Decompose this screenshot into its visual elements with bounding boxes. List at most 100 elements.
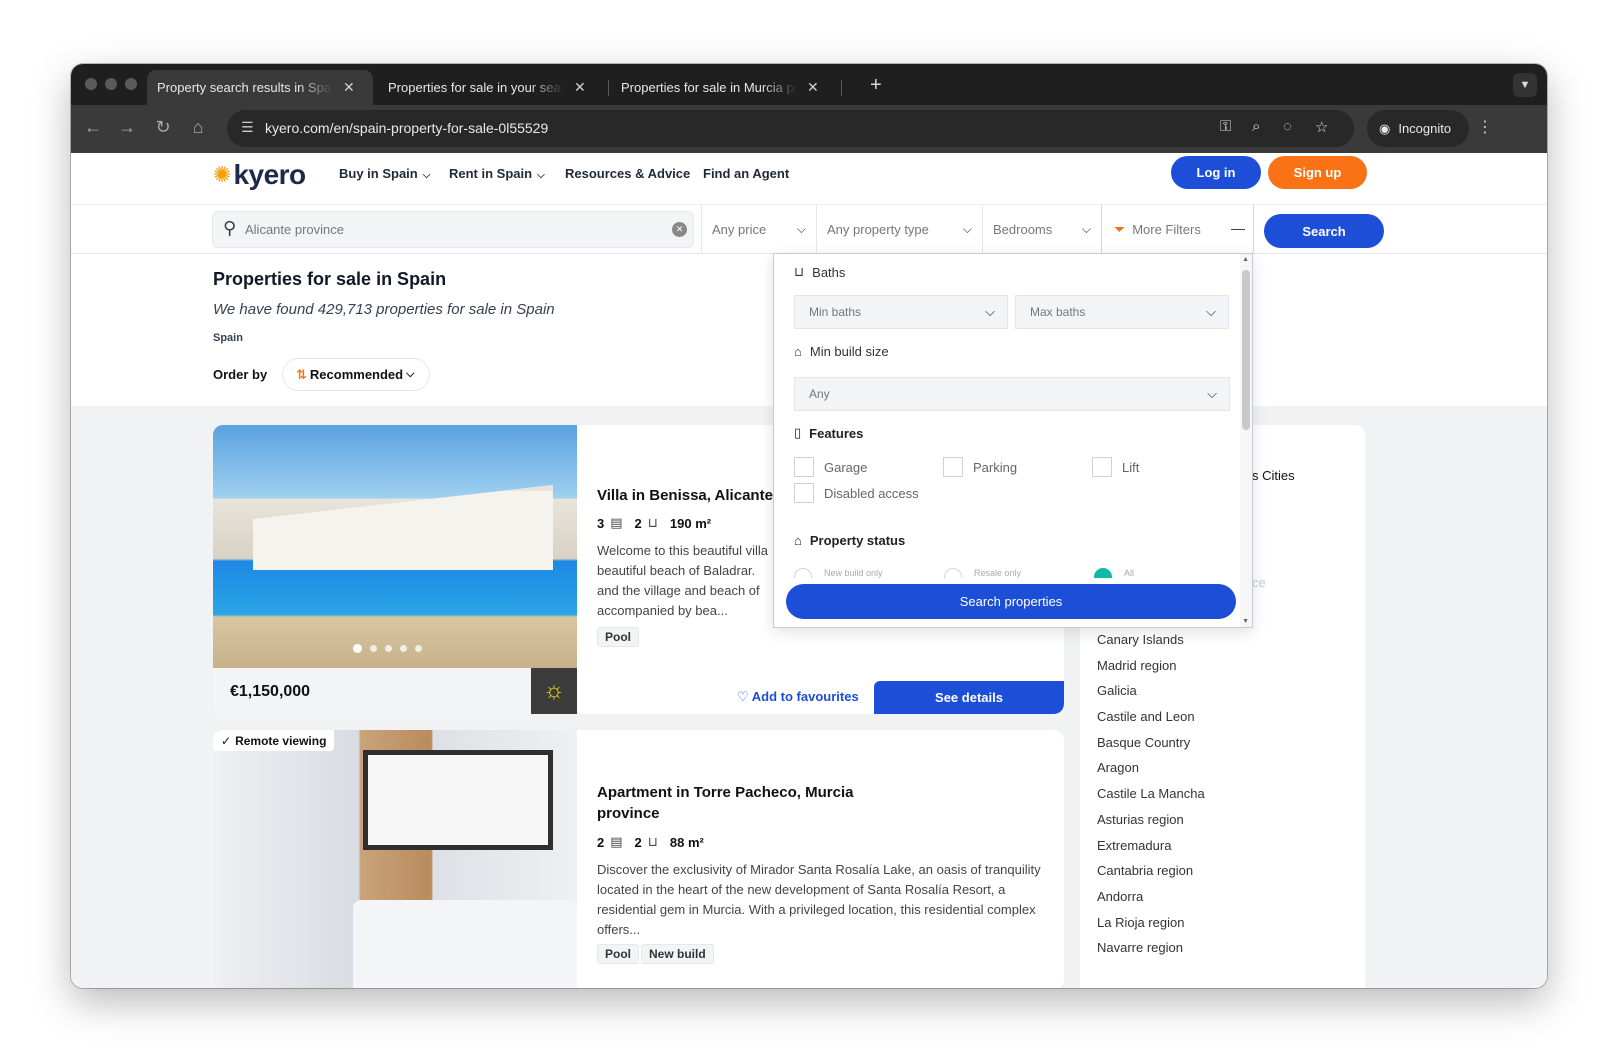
more-filters-toggle[interactable]: ⏷ More Filters — xyxy=(1101,205,1254,254)
minimize-window-dot[interactable] xyxy=(105,78,117,90)
price-bar: €1,150,000 xyxy=(213,668,577,714)
listing-description: Welcome to this beautiful villa beautifu… xyxy=(597,543,769,618)
browser-tab-2[interactable]: Properties for sale in your search ✕ xyxy=(378,70,917,349)
search-icon: ⚲ xyxy=(223,218,237,238)
incognito-indicator[interactable]: ◉ Incognito xyxy=(1367,110,1469,147)
bed-icon: ▤ xyxy=(610,515,623,530)
close-window-dot[interactable] xyxy=(85,78,97,90)
all-radio[interactable] xyxy=(1094,568,1112,578)
see-details-button[interactable]: See details xyxy=(874,681,1064,714)
forward-arrow-icon[interactable]: → xyxy=(115,117,139,138)
region-link[interactable]: Castile and Leon xyxy=(1097,704,1205,730)
zoom-icon[interactable]: ⌕ xyxy=(1252,118,1260,135)
nav-buy-in-spain[interactable]: Buy in Spain ⌵ xyxy=(339,166,430,181)
browser-tab-3[interactable]: Properties for sale in Murcia province ✕ xyxy=(611,70,1150,349)
close-tab-icon[interactable]: ✕ xyxy=(574,79,586,96)
region-link[interactable]: La Rioja region xyxy=(1097,910,1205,936)
listing-card[interactable]: ✓ Remote viewing Apartment in Torre Pache… xyxy=(213,730,1064,988)
region-link[interactable]: Navarre region xyxy=(1097,935,1205,961)
door-icon: ▯ xyxy=(794,425,802,440)
bookmark-star-icon[interactable]: ☆ xyxy=(1315,118,1328,136)
garage-checkbox[interactable]: Garage xyxy=(794,457,867,477)
region-link[interactable]: Andorra xyxy=(1097,884,1205,910)
close-tab-icon[interactable]: ✕ xyxy=(343,79,355,96)
eye-off-icon[interactable]: ◌ xyxy=(1283,118,1292,135)
nav-resources-advice[interactable]: Resources & Advice xyxy=(565,166,690,181)
region-link[interactable]: Extremadura xyxy=(1097,833,1205,859)
max-baths-select[interactable]: Max baths ⌵ xyxy=(1015,295,1229,329)
order-by-dropdown[interactable]: ⇅ Recommended ⌵ xyxy=(282,358,430,391)
listing-title[interactable]: Apartment in Torre Pacheco, Murcia provi… xyxy=(597,782,897,824)
browser-tab-1[interactable]: Property search results in Spain ✕ xyxy=(147,70,686,349)
listing-specs: 3 ▤ 2 ⊔ 190 m² xyxy=(597,515,712,531)
bath-icon: ⊔ xyxy=(647,834,658,849)
region-link[interactable]: Cantabria region xyxy=(1097,858,1205,884)
location-input[interactable] xyxy=(245,216,655,243)
clear-input-icon[interactable]: ✕ xyxy=(672,222,687,237)
back-arrow-icon[interactable]: ← xyxy=(81,117,105,138)
login-button[interactable]: Log in xyxy=(1171,156,1261,189)
nav-find-an-agent[interactable]: Find an Agent xyxy=(703,166,789,181)
listing-price: €1,150,000 xyxy=(230,683,311,700)
nav-rent-in-spain[interactable]: Rent in Spain ⌵ xyxy=(449,166,545,181)
region-link[interactable]: Castile La Mancha xyxy=(1097,781,1205,807)
search-button[interactable]: Search xyxy=(1264,214,1384,248)
region-link[interactable]: Aragon xyxy=(1097,755,1205,781)
parking-checkbox[interactable]: Parking xyxy=(943,457,1017,477)
chevron-down-icon: ⌵ xyxy=(422,170,431,181)
address-bar[interactable]: ☰ kyero.com/en/spain-property-for-sale-0… xyxy=(227,110,1354,147)
search-properties-button[interactable]: Search properties xyxy=(786,584,1236,619)
new-build-radio[interactable] xyxy=(794,568,812,578)
tab-strip: Property search results in Spain ✕ Prope… xyxy=(71,64,1547,349)
price-dropdown[interactable]: Any price ⌵ xyxy=(701,205,816,254)
heart-icon: ♡ xyxy=(737,689,752,704)
tag-pool: Pool xyxy=(597,627,639,647)
carousel-dots[interactable] xyxy=(353,644,422,653)
popup-scrollbar[interactable]: ▲ ▼ xyxy=(1240,254,1252,627)
scroll-up-icon[interactable]: ▲ xyxy=(1242,256,1249,263)
region-link[interactable]: Galicia xyxy=(1097,678,1205,704)
property-type-dropdown[interactable]: Any property type ⌵ xyxy=(816,205,982,254)
chevron-down-icon: ⌵ xyxy=(962,222,972,236)
chevron-down-icon: ⌵ xyxy=(796,222,806,236)
new-tab-button[interactable]: + xyxy=(870,74,882,97)
agent-logo-icon[interactable]: ☼ xyxy=(531,668,577,714)
scroll-thumb[interactable] xyxy=(1242,270,1250,430)
regions-list: Canary Islands Madrid region Galicia Cas… xyxy=(1097,627,1205,961)
region-link[interactable]: Madrid region xyxy=(1097,653,1205,679)
lift-checkbox[interactable]: Lift xyxy=(1092,457,1139,477)
disabled-access-checkbox[interactable]: Disabled access xyxy=(794,483,919,503)
results-count: We have found 429,713 properties for sal… xyxy=(213,301,555,318)
reload-icon[interactable]: ↻ xyxy=(151,117,175,138)
close-tab-icon[interactable]: ✕ xyxy=(807,79,819,96)
region-link[interactable]: Canary Islands xyxy=(1097,627,1205,653)
tag-pool: Pool xyxy=(597,944,639,964)
incognito-icon: ◉ xyxy=(1379,120,1391,136)
cities-tab[interactable]: s Cities xyxy=(1252,468,1295,483)
browser-menu-icon[interactable]: ⋮ xyxy=(1477,117,1493,137)
home-icon[interactable]: ⌂ xyxy=(186,117,210,138)
add-to-favourites-link[interactable]: ♡ Add to favourites xyxy=(737,689,859,705)
region-link[interactable]: Asturias region xyxy=(1097,807,1205,833)
site-settings-icon[interactable]: ☰ xyxy=(241,119,254,136)
resale-radio[interactable] xyxy=(944,568,962,578)
incognito-label: Incognito xyxy=(1398,121,1452,136)
filter-funnel-icon: ⏷ xyxy=(1114,220,1126,237)
scroll-down-icon[interactable]: ▼ xyxy=(1242,618,1249,625)
zoom-window-dot[interactable] xyxy=(125,78,137,90)
bedrooms-dropdown[interactable]: Bedrooms ⌵ xyxy=(982,205,1101,254)
breadcrumb[interactable]: Spain xyxy=(213,332,243,344)
build-size-select[interactable]: Any ⌵ xyxy=(794,377,1230,411)
kyero-logo[interactable]: ✺ kyero xyxy=(213,159,306,191)
tab-search-chevron-icon[interactable]: ▼ xyxy=(1513,73,1537,97)
url-text[interactable]: kyero.com/en/spain-property-for-sale-0l5… xyxy=(265,120,548,136)
password-key-icon[interactable]: ⚿ xyxy=(1220,118,1231,135)
listing-photo[interactable] xyxy=(213,730,577,988)
faded-text: ce xyxy=(1252,575,1266,590)
signup-button[interactable]: Sign up xyxy=(1268,156,1367,189)
region-link[interactable]: Basque Country xyxy=(1097,730,1205,756)
listing-photo[interactable] xyxy=(213,425,577,668)
min-baths-select[interactable]: Min baths ⌵ xyxy=(794,295,1008,329)
logo-wordmark: kyero xyxy=(233,159,306,190)
browser-window: Property search results in Spain ✕ Prope… xyxy=(71,64,1547,988)
